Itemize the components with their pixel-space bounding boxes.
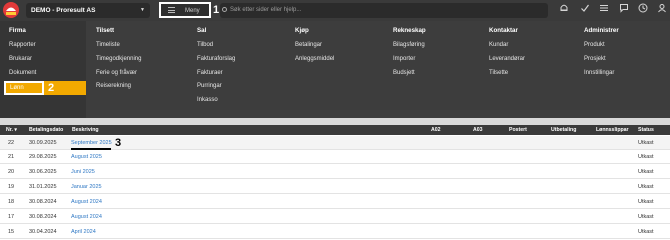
cell-nr: 15 [8, 229, 15, 235]
cell-date: 30.08.2024 [29, 199, 57, 205]
cell-nr: 22 [8, 140, 15, 146]
cell-date: 29.08.2025 [29, 154, 57, 160]
cell-status: Utkast [638, 169, 654, 175]
menu-item-kundar[interactable]: Kundar [489, 42, 508, 48]
cell-description-link[interactable]: April 2024 [71, 229, 96, 235]
annotation-2: 2 [48, 82, 55, 94]
table-row[interactable]: 17 30.08.2024 August 2024 Utkast [0, 210, 670, 224]
cell-date: 31.01.2025 [29, 184, 57, 190]
cell-nr: 17 [8, 214, 15, 220]
table-header: Nr. ▾ Betalingsdato Beskriving A02 A03 P… [0, 125, 670, 135]
menu-item-timegodkjenning[interactable]: Timegodkjenning [96, 56, 141, 62]
menu-heading-tilsett: Tilsett [96, 27, 115, 34]
list-icon[interactable] [599, 3, 609, 13]
column-header-utbetaling[interactable]: Utbetaling [551, 127, 576, 133]
menu-button-label: Meny [185, 8, 200, 14]
menu-item-inkasso[interactable]: Inkasso [197, 97, 218, 103]
menu-item-reiserekning[interactable]: Reiserekning [96, 83, 131, 89]
cell-status: Utkast [638, 184, 654, 190]
menu-item-leverandorar[interactable]: Leverandørar [489, 56, 525, 62]
table-row[interactable]: 20 30.06.2025 Juni 2025 Utkast [0, 165, 670, 179]
check-icon[interactable] [580, 3, 590, 13]
column-header-betalingsdato[interactable]: Betalingsdato [29, 127, 63, 133]
menu-item-fakturaforslag[interactable]: Fakturaforslag [197, 56, 235, 62]
cell-date: 30.09.2025 [29, 140, 57, 146]
menu-item-dokument[interactable]: Dokument [9, 70, 36, 76]
table-row[interactable]: 19 31.01.2025 Januar 2025 Utkast [0, 180, 670, 194]
cell-date: 30.08.2024 [29, 214, 57, 220]
menu-item-betalingar[interactable]: Betalingar [295, 42, 322, 48]
cell-description-link[interactable]: September 2025 [71, 140, 112, 146]
chat-icon[interactable] [619, 3, 629, 13]
menu-button[interactable]: Meny [159, 2, 211, 18]
company-logo[interactable] [2, 1, 20, 19]
column-header-beskriving[interactable]: Beskriving [72, 127, 99, 133]
annotation-1: 1 [213, 4, 220, 16]
menu-item-rapporter[interactable]: Rapporter [9, 42, 36, 48]
menu-heading-administrer: Administrer [584, 27, 619, 34]
menu-item-fakturaer[interactable]: Fakturaer [197, 70, 223, 76]
cell-date: 30.06.2025 [29, 169, 57, 175]
table-row[interactable]: 15 30.04.2024 April 2024 Utkast [0, 225, 670, 239]
cell-description-link[interactable]: August 2024 [71, 214, 102, 220]
menu-heading-firma: Firma [9, 27, 26, 34]
menu-item-importer[interactable]: Importer [393, 56, 415, 62]
cell-description-link[interactable]: August 2024 [71, 199, 102, 205]
menu-item-budsjett[interactable]: Budsjett [393, 70, 415, 76]
column-header-a02[interactable]: A02 [431, 127, 441, 133]
chevron-down-icon: ▼ [140, 7, 145, 13]
menu-item-tilsette[interactable]: Tilsette [489, 70, 508, 76]
menu-item-timeliste[interactable]: Timeliste [96, 42, 120, 48]
cell-status: Utkast [638, 214, 654, 220]
menu-item-purringar[interactable]: Purringar [197, 83, 222, 89]
search-placeholder: Søk etter sider eller hjelp... [230, 7, 302, 13]
menu-item-anleggsmiddel[interactable]: Anleggsmiddel [295, 56, 334, 62]
cell-status: Utkast [638, 154, 654, 160]
table-row[interactable]: 21 29.08.2025 August 2025 Utkast [0, 150, 670, 164]
cell-description-link[interactable]: Januar 2025 [71, 184, 102, 190]
mega-menu: Firma Rapporter Brukarar Dokument Lønn 2… [0, 21, 670, 118]
cell-nr: 19 [8, 184, 15, 190]
menu-item-brukarar[interactable]: Brukarar [9, 56, 32, 62]
annotation-3: 3 [115, 137, 122, 149]
menu-item-tilbod[interactable]: Tilbod [197, 42, 213, 48]
cell-description-link[interactable]: Juni 2025 [71, 169, 95, 175]
menu-item-bilagsforing[interactable]: Bilagsføring [393, 42, 425, 48]
menu-heading-kjop: Kjøp [295, 27, 309, 34]
hamburger-icon [168, 7, 175, 13]
cell-status: Utkast [638, 199, 654, 205]
user-icon[interactable] [657, 3, 667, 13]
table-row[interactable]: 18 30.08.2024 August 2024 Utkast [0, 195, 670, 209]
top-bar: DEMO - Proresult AS ▼ Meny 1 Søk etter s… [0, 0, 670, 21]
cell-nr: 18 [8, 199, 15, 205]
menu-heading-rekneskap: Rekneskap [393, 27, 426, 34]
cell-description-link[interactable]: August 2025 [71, 154, 102, 160]
cell-nr: 20 [8, 169, 15, 175]
column-header-nr[interactable]: Nr. ▾ [6, 127, 17, 133]
menu-item-lonn-label: Lønn [10, 85, 24, 91]
menu-item-produkt[interactable]: Produkt [584, 42, 605, 48]
company-selector[interactable]: DEMO - Proresult AS ▼ [26, 3, 150, 18]
cell-nr: 21 [8, 154, 15, 160]
clock-icon[interactable] [638, 3, 648, 13]
column-header-status[interactable]: Status [638, 127, 654, 133]
menu-item-prosjekt[interactable]: Prosjekt [584, 56, 606, 62]
cell-status: Utkast [638, 140, 654, 146]
cell-status: Utkast [638, 229, 654, 235]
search-input[interactable]: Søk etter sider eller hjelp... [220, 3, 548, 18]
search-icon [222, 7, 227, 12]
page-background-strip [0, 118, 670, 125]
column-header-postert[interactable]: Postert [509, 127, 527, 133]
column-header-lonnsslippar[interactable]: Lønnsslippar [596, 127, 629, 133]
menu-item-lonn[interactable]: Lønn [4, 81, 44, 95]
menu-heading-sal: Sal [197, 27, 207, 34]
menu-item-ferie[interactable]: Ferie og fråvær [96, 70, 137, 76]
menu-item-innstillingar[interactable]: Innstillingar [584, 70, 614, 76]
menu-heading-kontaktar: Kontaktar [489, 27, 518, 34]
bell-icon[interactable] [559, 3, 569, 13]
cell-date: 30.04.2024 [29, 229, 57, 235]
column-header-a03[interactable]: A03 [473, 127, 483, 133]
company-name: DEMO - Proresult AS [31, 7, 96, 14]
